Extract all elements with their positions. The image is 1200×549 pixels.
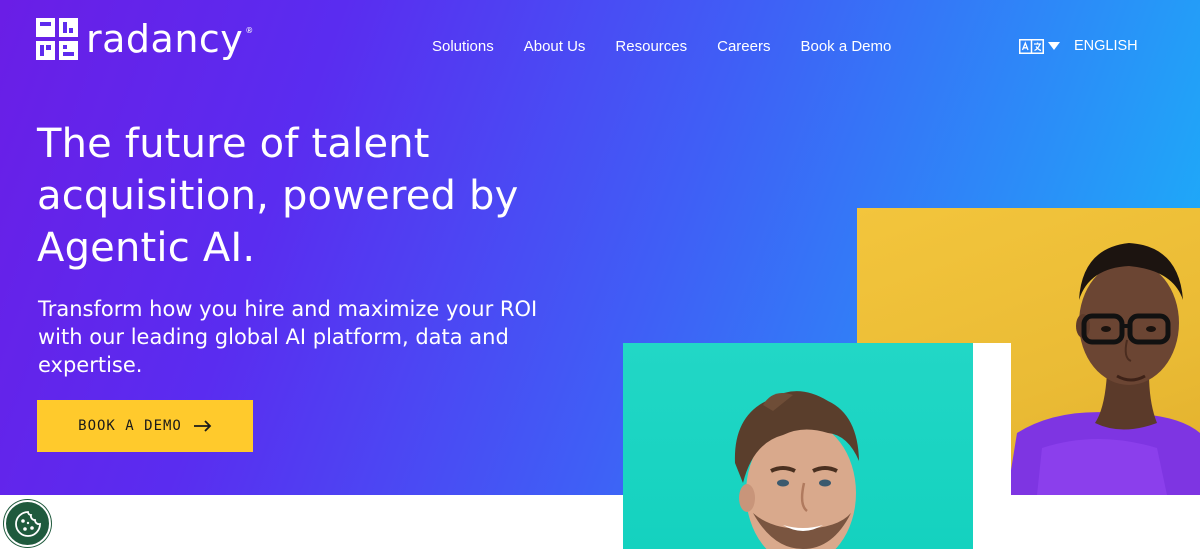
brand-name: radancy: [86, 17, 244, 61]
book-a-demo-button[interactable]: BOOK A DEMO: [37, 400, 253, 452]
logo[interactable]: radancy ®: [36, 18, 253, 60]
nav-solutions[interactable]: Solutions: [432, 38, 494, 55]
translate-icon: [1019, 38, 1044, 54]
hero-headline: The future of talent acquisition, powere…: [37, 121, 519, 271]
hero-subtext: Transform how you hire and maximize your…: [38, 297, 538, 377]
radancy-logo-icon: [36, 18, 78, 60]
language-selector[interactable]: ENGLISH: [1019, 38, 1138, 54]
nav-about-us[interactable]: About Us: [524, 38, 586, 55]
chevron-down-icon: [1048, 42, 1060, 50]
cookie-icon: [14, 510, 41, 537]
language-label: ENGLISH: [1074, 38, 1138, 54]
nav-careers[interactable]: Careers: [717, 38, 770, 55]
nav-book-a-demo[interactable]: Book a Demo: [800, 38, 891, 55]
man-photo: [623, 343, 973, 549]
main-nav: Solutions About Us Resources Careers Boo…: [432, 38, 921, 55]
registered-mark: ®: [245, 26, 254, 35]
book-a-demo-label: BOOK A DEMO: [78, 418, 182, 434]
arrow-right-icon: [193, 420, 212, 432]
cookie-settings-button[interactable]: [4, 500, 51, 547]
page-below-hero: [0, 495, 1200, 549]
man-portrait-illustration: [734, 391, 859, 549]
nav-resources[interactable]: Resources: [615, 38, 687, 55]
